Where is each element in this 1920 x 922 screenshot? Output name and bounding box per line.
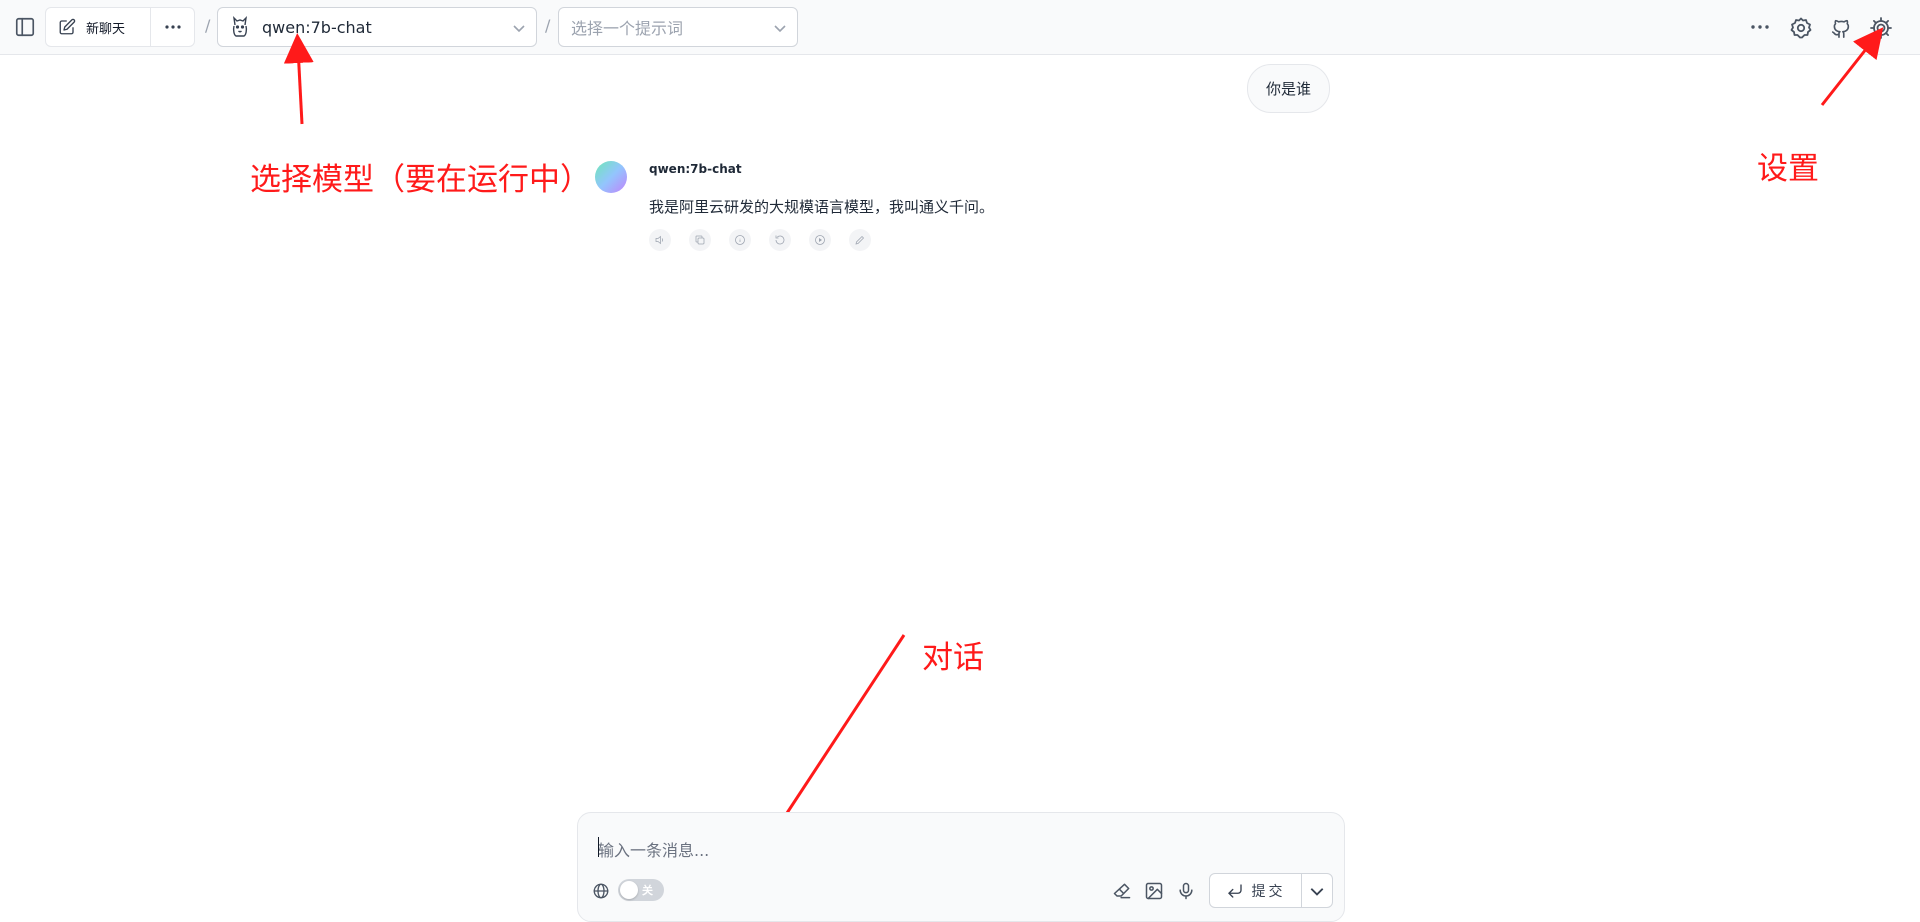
settings-icon[interactable] — [1788, 15, 1814, 41]
arrow-to-model-select — [283, 33, 314, 125]
submit-options-button[interactable] — [1302, 874, 1332, 907]
speaker-icon[interactable] — [649, 229, 671, 251]
model-select[interactable]: qwen:7b-chat — [217, 7, 537, 47]
text-caret — [598, 837, 599, 857]
annotation-settings: 设置 — [1757, 151, 1819, 187]
image-icon[interactable] — [1142, 879, 1166, 903]
message-input[interactable]: 输入一条消息... — [598, 837, 709, 861]
regenerate-icon[interactable] — [769, 229, 791, 251]
sidebar-toggle-icon[interactable] — [12, 14, 38, 40]
llama-icon — [232, 16, 248, 37]
prompt-select[interactable]: 选择一个提示词 — [558, 7, 798, 47]
gear-icon[interactable] — [1868, 15, 1894, 41]
play-icon[interactable] — [809, 229, 831, 251]
chevron-down-icon — [773, 20, 787, 39]
prompt-select-placeholder: 选择一个提示词 — [571, 19, 684, 38]
model-select-value: qwen:7b-chat — [262, 17, 372, 37]
separator: / — [545, 16, 551, 35]
submit-label: 提交 — [1251, 883, 1286, 900]
globe-icon[interactable] — [590, 880, 612, 902]
copy-icon[interactable] — [689, 229, 711, 251]
annotation-select-model: 选择模型（要在运行中） — [250, 162, 591, 198]
assistant-avatar — [595, 161, 627, 193]
annotation-dialog: 对话 — [922, 640, 984, 676]
enter-icon — [1227, 883, 1242, 898]
new-chat-group: 新聊天 — [45, 7, 195, 47]
top-bar: 新聊天 / qwen:7b-chat / 选择一个提示词 — [0, 0, 1920, 55]
new-chat-label: 新聊天 — [86, 21, 126, 37]
more-options-button[interactable] — [151, 8, 194, 46]
microphone-icon[interactable] — [1174, 879, 1198, 903]
toggle-label: 关 — [642, 884, 653, 897]
eraser-icon[interactable] — [1110, 879, 1134, 903]
chevron-down-icon — [1310, 887, 1324, 896]
message-composer: 输入一条消息... 关 提交 — [577, 812, 1345, 922]
edit-icon — [59, 18, 76, 35]
info-icon[interactable] — [729, 229, 751, 251]
assistant-reply: 我是阿里云研发的大规模语言模型，我叫通义千问。 — [649, 198, 995, 216]
message-actions — [649, 229, 871, 251]
annotation-arrows — [283, 27, 1884, 861]
separator: / — [205, 16, 211, 35]
more-icon[interactable] — [1748, 16, 1772, 38]
submit-button[interactable]: 提交 — [1210, 874, 1302, 907]
edit-icon[interactable] — [849, 229, 871, 251]
submit-group: 提交 — [1209, 873, 1333, 908]
ellipsis-icon — [164, 25, 181, 29]
new-chat-button[interactable]: 新聊天 — [46, 8, 151, 46]
github-icon[interactable] — [1828, 15, 1854, 41]
user-message: 你是谁 — [1247, 64, 1330, 113]
assistant-name: qwen:7b-chat — [649, 162, 742, 176]
web-search-toggle[interactable]: 关 — [618, 879, 664, 901]
toggle-knob — [620, 881, 638, 899]
chevron-down-icon — [512, 20, 526, 39]
